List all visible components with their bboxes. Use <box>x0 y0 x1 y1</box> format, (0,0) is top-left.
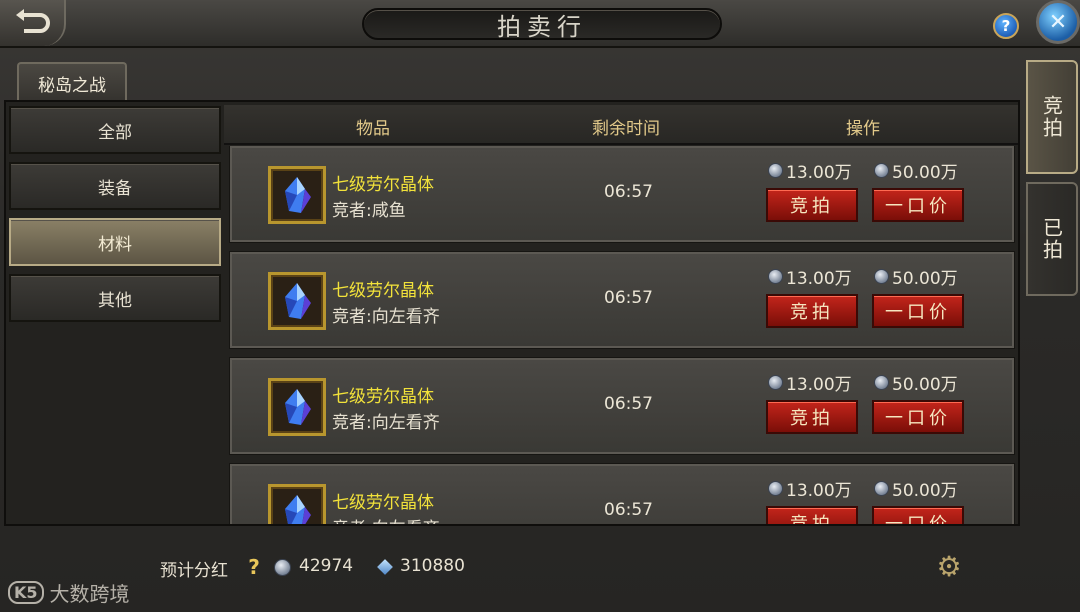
table-row: 七级劳尔晶体 竞者:咸鱼 06:57 13.00万 50.00万 竞拍 一口价 <box>230 146 1014 242</box>
blue-crystal-icon[interactable] <box>268 484 326 524</box>
silver-coin-icon <box>768 375 783 390</box>
silver-coin-icon <box>874 163 889 178</box>
buyout-price: 50.00万 <box>874 264 958 289</box>
buyout-price: 50.00万 <box>874 476 958 501</box>
table-row: 七级劳尔晶体 竞者:向左看齐 06:57 13.00万 50.00万 竞拍 一口… <box>230 252 1014 348</box>
item-name: 七级劳尔晶体 <box>332 281 434 301</box>
header-item: 物品 <box>356 119 390 139</box>
auction-window: 拍卖行 ? ✕ 秘岛之战 全部 装备 材料 其他 物品 剩余时间 操作 七级劳尔… <box>0 0 1080 612</box>
blue-crystal-icon[interactable] <box>268 272 326 330</box>
diamond-amount: 310880 <box>400 556 465 576</box>
sidebar-item-equipment[interactable]: 装备 <box>9 162 221 210</box>
time-left: 06:57 <box>604 288 653 308</box>
silver-amount: 42974 <box>299 556 354 576</box>
buyout-button[interactable]: 一口价 <box>872 188 964 222</box>
page-title: 拍卖行 <box>362 8 722 41</box>
buyout-price: 50.00万 <box>874 370 958 395</box>
buyout-button[interactable]: 一口价 <box>872 294 964 328</box>
tab-bid-history[interactable]: 已拍 <box>1026 182 1078 296</box>
time-left: 06:57 <box>604 394 653 414</box>
bid-price: 13.00万 <box>768 476 852 501</box>
blue-crystal-icon[interactable] <box>268 166 326 224</box>
silver-coin-icon <box>274 559 291 576</box>
sidebar-item-all[interactable]: 全部 <box>9 106 221 154</box>
bid-button[interactable]: 竞拍 <box>766 294 858 328</box>
item-name: 七级劳尔晶体 <box>332 175 434 195</box>
close-icon[interactable]: ✕ <box>1036 0 1080 44</box>
silver-coin-icon <box>874 375 889 390</box>
help-icon[interactable]: ? <box>993 13 1019 39</box>
header-action: 操作 <box>846 119 880 139</box>
sidebar-item-materials[interactable]: 材料 <box>9 218 221 266</box>
bidder-name: 竞者:向左看齐 <box>332 413 440 433</box>
silver-coin-icon <box>768 481 783 496</box>
sidebar-item-other[interactable]: 其他 <box>9 274 221 322</box>
tab-bidding[interactable]: 竞拍 <box>1026 60 1078 174</box>
diamond-icon <box>377 559 393 575</box>
dividend-label: 预计分红 <box>160 561 228 581</box>
gear-icon[interactable]: ⚙ <box>934 550 964 583</box>
watermark-text: 大数跨境 <box>49 582 130 606</box>
bid-price: 13.00万 <box>768 158 852 183</box>
top-bar: 拍卖行 ? ✕ <box>0 0 1080 48</box>
bid-button[interactable]: 竞拍 <box>766 400 858 434</box>
header-time-left: 剩余时间 <box>592 119 660 139</box>
blue-crystal-icon[interactable] <box>268 378 326 436</box>
bidder-name: 竞者:向左看齐 <box>332 307 440 327</box>
bid-button[interactable]: 竞拍 <box>766 506 858 524</box>
bid-price: 13.00万 <box>768 370 852 395</box>
tab-secret-island-battle[interactable]: 秘岛之战 <box>17 62 127 102</box>
back-button[interactable] <box>0 0 66 46</box>
buyout-price: 50.00万 <box>874 158 958 183</box>
time-left: 06:57 <box>604 182 653 202</box>
item-name: 七级劳尔晶体 <box>332 493 434 513</box>
bid-price: 13.00万 <box>768 264 852 289</box>
table-row: 七级劳尔晶体 竞者:向左看齐 06:57 13.00万 50.00万 竞拍 一口… <box>230 358 1014 454</box>
silver-coin-icon <box>768 269 783 284</box>
auction-list[interactable]: 七级劳尔晶体 竞者:咸鱼 06:57 13.00万 50.00万 竞拍 一口价 … <box>224 146 1018 524</box>
time-left: 06:57 <box>604 500 653 520</box>
watermark: K5 大数跨境 <box>8 578 130 607</box>
bidder-name: 竞者:向左看齐 <box>332 514 440 524</box>
watermark-logo: K5 <box>8 581 44 604</box>
silver-coin-icon <box>768 163 783 178</box>
silver-coin-icon <box>874 481 889 496</box>
silver-coin-icon <box>874 269 889 284</box>
help-icon[interactable]: ? <box>243 555 265 579</box>
bid-button[interactable]: 竞拍 <box>766 188 858 222</box>
table-row: 七级劳尔晶体 竞者:向左看齐 06:57 13.00万 50.00万 竞拍 一口… <box>230 464 1014 524</box>
item-name: 七级劳尔晶体 <box>332 387 434 407</box>
buyout-button[interactable]: 一口价 <box>872 400 964 434</box>
back-arrow-icon <box>16 9 50 33</box>
buyout-button[interactable]: 一口价 <box>872 506 964 524</box>
table-header: 物品 剩余时间 操作 <box>224 105 1018 145</box>
bidder-name: 竞者:咸鱼 <box>332 201 406 221</box>
